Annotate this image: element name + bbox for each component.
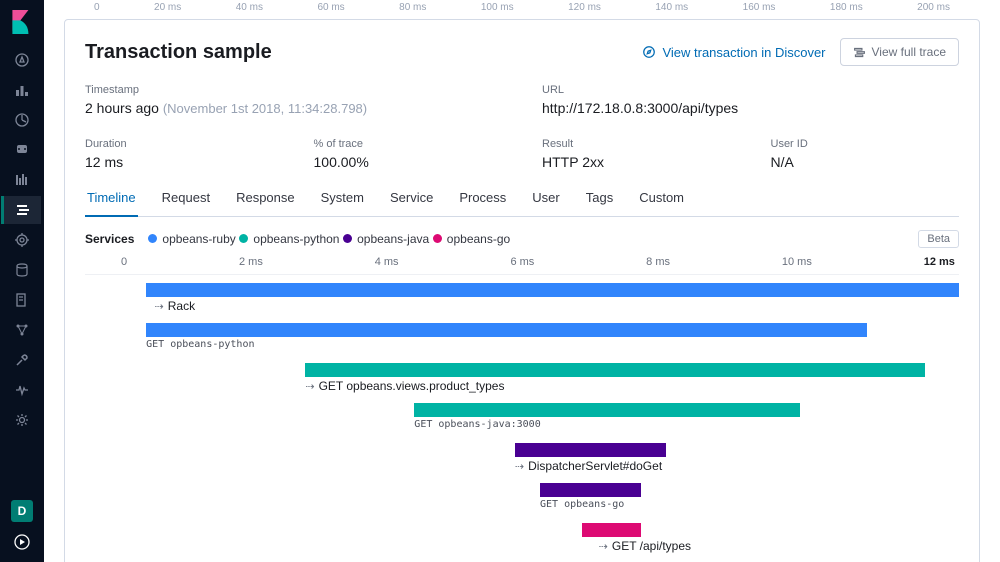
- span-bar-row[interactable]: [121, 321, 959, 339]
- meta-pct-trace: % of trace 100.00%: [314, 138, 503, 170]
- legend-dot-icon: [433, 234, 442, 243]
- meta-result: Result HTTP 2xx: [542, 138, 731, 170]
- tab-tags[interactable]: Tags: [584, 190, 615, 216]
- span-label: ⇢GET /api/types: [599, 539, 691, 553]
- legend-item[interactable]: opbeans-ruby: [148, 232, 235, 246]
- tab-system[interactable]: System: [319, 190, 366, 216]
- view-in-discover-link[interactable]: View transaction in Discover: [642, 45, 825, 60]
- span-bar-row[interactable]: [121, 281, 959, 299]
- meta-userid: User ID N/A: [771, 138, 960, 170]
- nav-uptime-icon[interactable]: [2, 286, 42, 314]
- nav-logs-icon[interactable]: [2, 256, 42, 284]
- meta-timestamp: Timestamp 2 hours ago (November 1st 2018…: [85, 84, 502, 116]
- nav-dashboard-icon[interactable]: [2, 106, 42, 134]
- chain-icon: ⇢: [515, 460, 524, 473]
- chain-icon: ⇢: [305, 380, 314, 393]
- legend-item[interactable]: opbeans-python: [239, 232, 339, 246]
- transaction-card: Transaction sample View transaction in D…: [64, 19, 980, 562]
- legend-dot-icon: [239, 234, 248, 243]
- chain-icon: ⇢: [155, 300, 164, 313]
- legend-item[interactable]: opbeans-java: [343, 232, 429, 246]
- tab-timeline[interactable]: Timeline: [85, 190, 138, 217]
- nav-visualize-icon[interactable]: [2, 76, 42, 104]
- meta-url: URL http://172.18.0.8:3000/api/types: [542, 84, 959, 116]
- nav-monitoring-icon[interactable]: [2, 376, 42, 404]
- beta-badge: Beta: [918, 230, 959, 248]
- span-sublabel: GET opbeans-java:3000: [414, 419, 540, 430]
- span-bar-row[interactable]: [121, 481, 959, 499]
- main-content: 020 ms40 ms60 ms80 ms100 ms120 ms140 ms1…: [44, 0, 1000, 562]
- nav-devtools-icon[interactable]: [2, 346, 42, 374]
- span-bar[interactable]: [540, 483, 641, 497]
- tab-response[interactable]: Response: [234, 190, 297, 216]
- tab-process[interactable]: Process: [457, 190, 508, 216]
- page-title: Transaction sample: [85, 41, 272, 64]
- space-badge[interactable]: D: [11, 500, 33, 522]
- span-sublabel: GET opbeans-python: [146, 339, 254, 350]
- chain-icon: ⇢: [599, 540, 608, 553]
- legend-item[interactable]: opbeans-go: [433, 232, 510, 246]
- legend-dot-icon: [148, 234, 157, 243]
- timeline-spans: ⇢Rack GET opbeans-python ⇢GET opbeans.view…: [121, 281, 959, 562]
- span-bar-row[interactable]: [121, 361, 959, 379]
- span-bar[interactable]: [515, 443, 666, 457]
- nav-apm-icon[interactable]: [1, 196, 41, 224]
- span-bar[interactable]: [146, 323, 867, 337]
- legend-dot-icon: [343, 234, 352, 243]
- span-bar[interactable]: [414, 403, 799, 417]
- tab-user[interactable]: User: [530, 190, 561, 216]
- span-bar-row[interactable]: [121, 441, 959, 459]
- nav-ml-icon[interactable]: [2, 166, 42, 194]
- nav-canvas-icon[interactable]: [2, 136, 42, 164]
- span-bar[interactable]: [146, 283, 959, 297]
- nav-infra-icon[interactable]: [2, 226, 42, 254]
- span-label: ⇢Rack: [155, 299, 196, 313]
- span-sublabel: GET opbeans-go: [540, 499, 624, 510]
- nav-graph-icon[interactable]: [2, 316, 42, 344]
- meta-duration: Duration 12 ms: [85, 138, 274, 170]
- timeline-ticks: 02 ms4 ms6 ms8 ms10 ms12 ms: [85, 256, 959, 274]
- timeline: 02 ms4 ms6 ms8 ms10 ms12 ms ⇢Rack GET opb…: [85, 256, 959, 562]
- span-label: ⇢GET opbeans.views.product_types: [305, 379, 504, 393]
- span-bar-row[interactable]: [121, 521, 959, 539]
- nav-management-icon[interactable]: [2, 406, 42, 434]
- tab-service[interactable]: Service: [388, 190, 435, 216]
- nav-discover-icon[interactable]: [2, 46, 42, 74]
- compass-icon: [642, 45, 656, 59]
- legend: Services opbeans-ruby opbeans-python opb…: [85, 231, 959, 246]
- sidebar: D: [0, 0, 44, 562]
- span-bar[interactable]: [305, 363, 925, 377]
- kibana-logo[interactable]: [4, 4, 40, 40]
- tab-custom[interactable]: Custom: [637, 190, 686, 216]
- tabs: Timeline Request Response System Service Proc…: [85, 190, 959, 217]
- view-full-trace-button[interactable]: View full trace: [840, 38, 959, 66]
- span-bar-row[interactable]: [121, 401, 959, 419]
- tab-request[interactable]: Request: [160, 190, 212, 216]
- trace-icon: [853, 46, 866, 59]
- span-label: ⇢DispatcherServlet#doGet: [515, 459, 662, 473]
- collapse-icon[interactable]: [2, 528, 42, 556]
- span-bar[interactable]: [582, 523, 641, 537]
- top-ruler: 020 ms40 ms60 ms80 ms100 ms120 ms140 ms1…: [64, 0, 980, 19]
